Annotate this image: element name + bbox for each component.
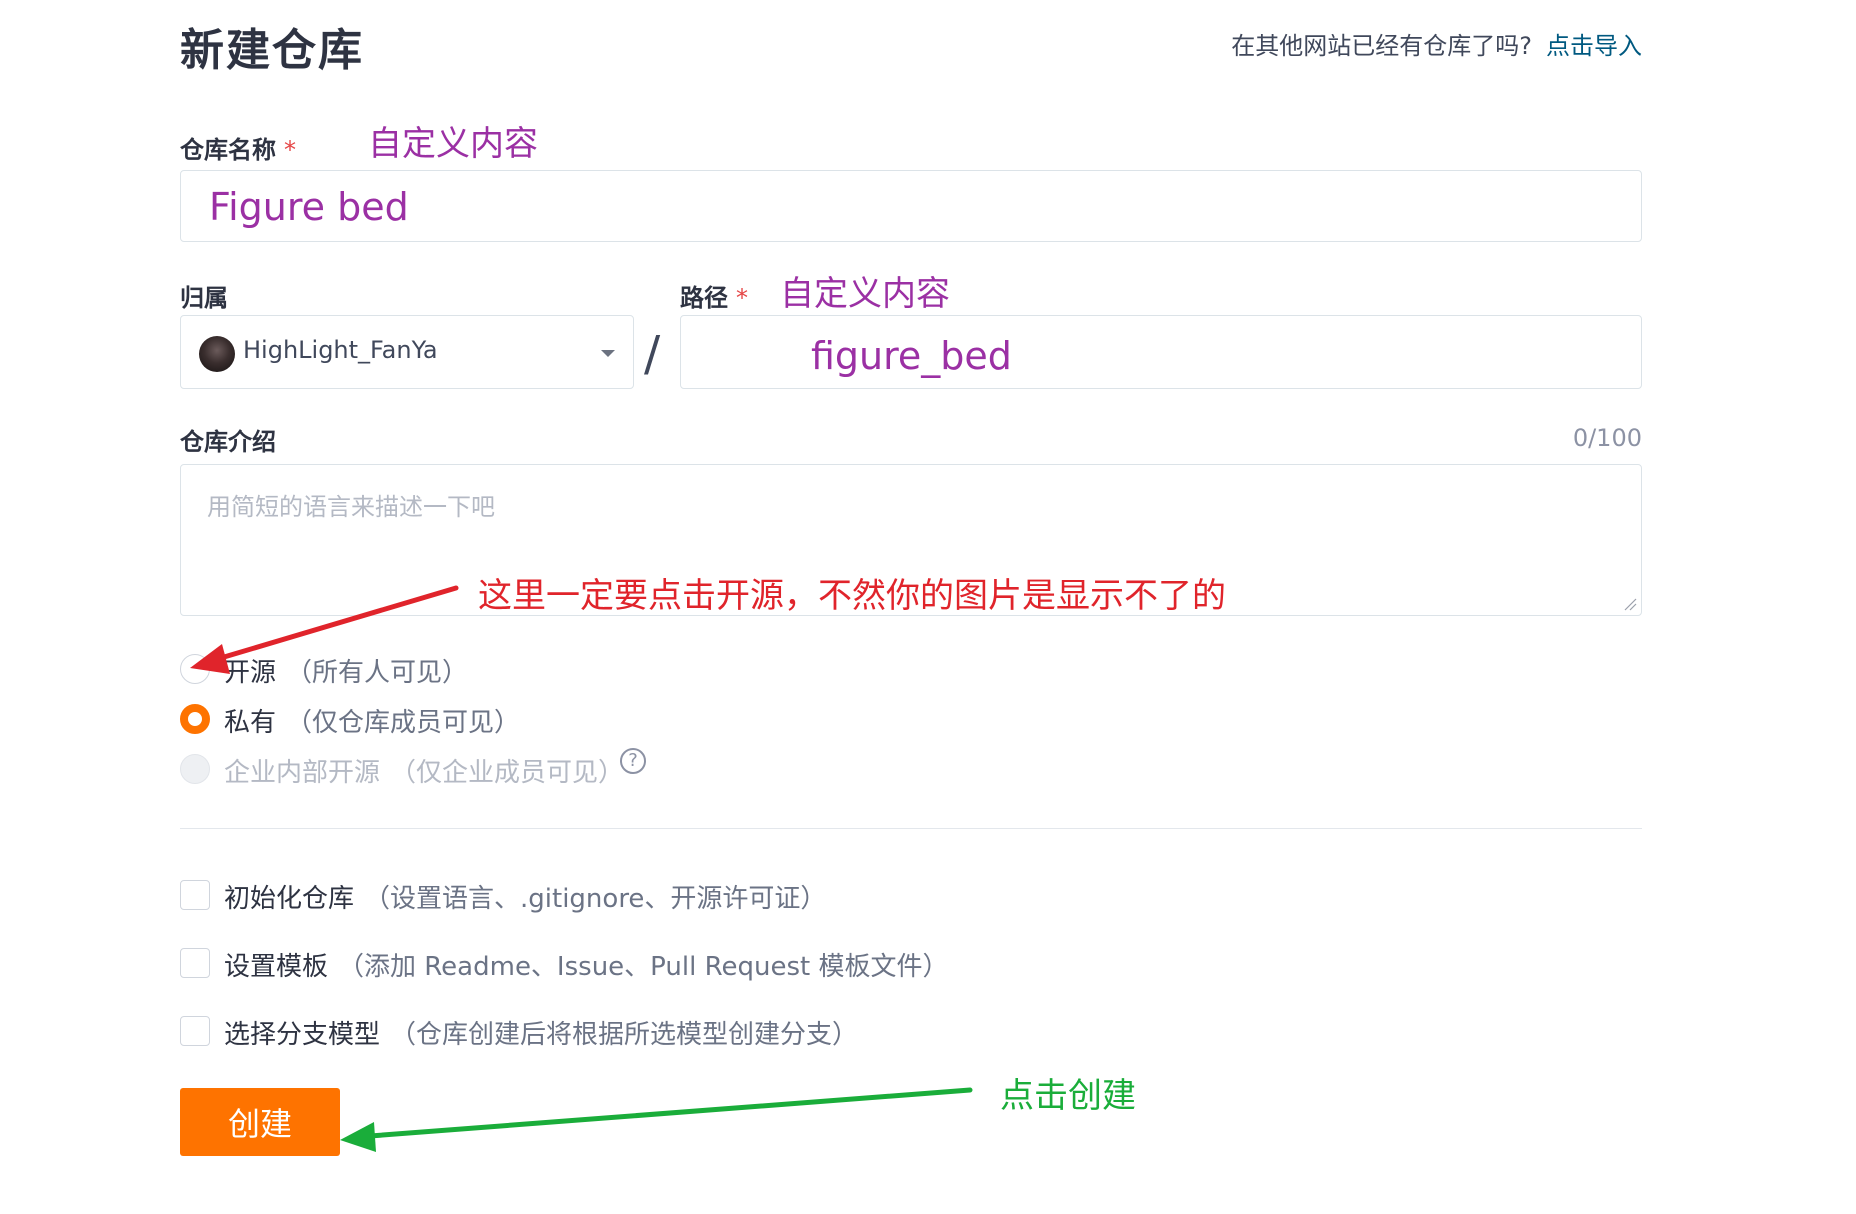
radio-private[interactable]	[180, 704, 210, 734]
help-icon[interactable]: ?	[620, 748, 646, 774]
branch-model-text: 选择分支模型	[224, 1020, 381, 1050]
radio-enterprise-hint: （仅企业成员可见）	[390, 758, 625, 788]
checkbox-branch-model[interactable]	[180, 1016, 210, 1046]
radio-enterprise	[180, 754, 210, 784]
import-prompt: 在其他网站已经有仓库了吗? 点击导入	[1231, 26, 1642, 61]
import-prompt-text: 在其他网站已经有仓库了吗?	[1231, 32, 1532, 60]
radio-private-text: 私有	[224, 708, 277, 738]
owner-select[interactable]: HighLight_FanYa	[180, 315, 634, 389]
template-text: 设置模板	[224, 952, 329, 982]
path-label-text: 路径	[680, 284, 728, 312]
green-arrow-icon	[340, 1087, 973, 1152]
create-annotation: 点击创建	[1000, 1076, 1136, 1116]
avatar	[199, 336, 235, 372]
repo-name-label: 仓库名称 *	[180, 130, 296, 165]
char-counter: 0/100	[1572, 424, 1642, 452]
branch-model-label: 选择分支模型 （仓库创建后将根据所选模型创建分支）	[224, 1014, 858, 1051]
divider	[180, 828, 1642, 829]
init-repo-hint: （设置语言、.gitignore、开源许可证）	[364, 884, 827, 914]
radio-public-label: 开源 （所有人可见）	[224, 652, 468, 689]
import-link[interactable]: 点击导入	[1546, 32, 1642, 60]
radio-public[interactable]	[180, 654, 210, 684]
chevron-down-icon	[601, 350, 615, 357]
repo-name-value: Figure bed	[209, 185, 409, 229]
init-repo-text: 初始化仓库	[224, 884, 355, 914]
create-button[interactable]: 创建	[180, 1088, 340, 1156]
repo-name-label-text: 仓库名称	[180, 136, 276, 164]
path-annotation: 自定义内容	[780, 274, 950, 314]
owner-name: HighLight_FanYa	[243, 336, 438, 364]
page-title: 新建仓库	[180, 25, 364, 76]
open-source-annotation: 这里一定要点击开源，不然你的图片是显示不了的	[478, 576, 1226, 616]
branch-model-hint: （仓库创建后将根据所选模型创建分支）	[390, 1020, 859, 1050]
repo-name-input[interactable]: Figure bed	[180, 170, 1642, 242]
checkbox-template[interactable]	[180, 948, 210, 978]
new-repo-page: 新建仓库 在其他网站已经有仓库了吗? 点击导入 仓库名称 * 自定义内容 Figur…	[0, 0, 1856, 1214]
repo-name-annotation: 自定义内容	[368, 124, 538, 164]
radio-private-hint: （仅仓库成员可见）	[286, 708, 521, 738]
radio-public-hint: （所有人可见）	[286, 658, 469, 688]
path-input[interactable]: figure_bed	[680, 315, 1642, 389]
template-hint: （添加 Readme、Issue、Pull Request 模板文件）	[338, 952, 949, 982]
description-placeholder: 用简短的语言来描述一下吧	[207, 493, 495, 521]
radio-enterprise-text: 企业内部开源	[224, 758, 381, 788]
checkbox-init-repo[interactable]	[180, 880, 210, 910]
template-label: 设置模板 （添加 Readme、Issue、Pull Request 模板文件）	[224, 946, 948, 983]
required-mark: *	[736, 284, 748, 312]
resize-grip-icon[interactable]	[1623, 597, 1637, 611]
path-value: figure_bed	[811, 334, 1012, 378]
radio-public-text: 开源	[224, 658, 277, 688]
radio-enterprise-label: 企业内部开源 （仅企业成员可见）	[224, 752, 624, 789]
path-separator: /	[644, 326, 661, 382]
description-label: 仓库介绍	[180, 428, 276, 456]
path-label: 路径 *	[680, 278, 748, 313]
required-mark: *	[284, 136, 296, 164]
owner-label: 归属	[180, 284, 228, 312]
radio-private-label: 私有 （仅仓库成员可见）	[224, 702, 520, 739]
init-repo-label: 初始化仓库 （设置语言、.gitignore、开源许可证）	[224, 878, 826, 915]
